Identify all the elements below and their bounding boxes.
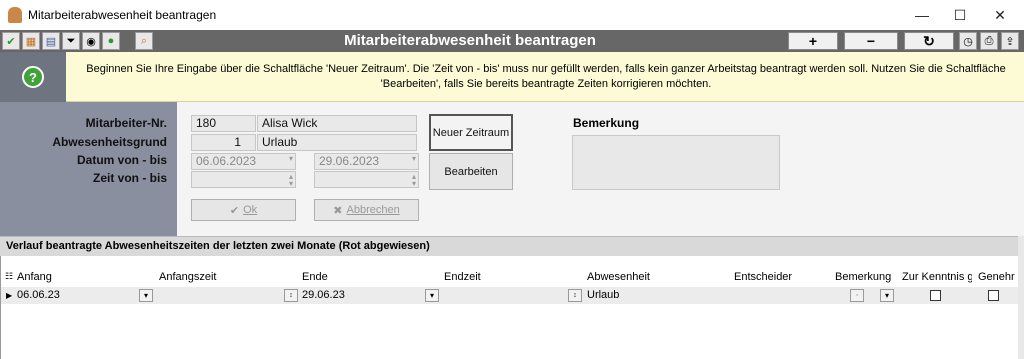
info-icon[interactable]: ● <box>102 32 120 50</box>
col-bemerkung[interactable]: Bemerkung <box>835 271 891 283</box>
filter-icon[interactable]: ⏷ <box>62 32 80 50</box>
bemerkung-label: Bemerkung <box>573 116 640 130</box>
col-genehmigt[interactable]: Genehr <box>978 271 1015 283</box>
col-zur-kenntnis[interactable]: Zur Kenntnis g <box>902 271 972 283</box>
chevron-down-icon: ▾ <box>288 154 293 163</box>
col-ende[interactable]: Ende <box>302 271 328 283</box>
mitarbeiter-nr-field[interactable]: 180 <box>191 115 256 132</box>
print-icon[interactable]: ⎙ <box>980 32 998 50</box>
chevron-down-icon[interactable]: ▾ <box>880 289 894 302</box>
grund-name-field: Urlaub <box>257 134 417 151</box>
abbrechen-label: Abbrechen <box>346 204 400 216</box>
col-anfangszeit[interactable]: Anfangszeit <box>159 271 216 283</box>
col-entscheider[interactable]: Entscheider <box>734 271 792 283</box>
spinner-icon: ▴ ▾ <box>411 172 416 188</box>
view-icon[interactable]: ◉ <box>82 32 100 50</box>
spinner-icon: ▴ ▾ <box>288 172 293 188</box>
datum-von-field[interactable]: 06.06.2023 ▾ <box>191 153 296 170</box>
info-banner: ? Beginnen Sie Ihre Eingabe über die Sch… <box>0 52 1024 102</box>
note-icon[interactable]: ▫ <box>850 289 864 302</box>
export-icon[interactable]: ⇪ <box>1001 32 1019 50</box>
mitarbeiter-name-field: Alisa Wick <box>257 115 417 132</box>
spinner-icon[interactable]: ↕ <box>284 289 298 302</box>
col-anfang[interactable]: Anfang <box>17 271 52 283</box>
neuer-zeitraum-button[interactable]: Neuer Zeitraum <box>429 114 513 151</box>
table-row[interactable] <box>1 287 1019 304</box>
datum-bis-value: 29.06.2023 <box>319 154 380 168</box>
chevron-down-icon: ▾ <box>411 154 416 163</box>
bemerkung-input[interactable] <box>572 135 780 190</box>
info-text: Beginnen Sie Ihre Eingabe über die Schal… <box>86 63 1006 90</box>
help-panel: ? <box>0 52 66 102</box>
row-selector-icon: ☷ <box>5 271 14 281</box>
app-icon <box>8 7 22 23</box>
row-pointer-icon: ▶ <box>6 291 13 300</box>
datum-von-value: 06.06.2023 <box>196 154 257 168</box>
clock-icon[interactable]: ◷ <box>959 32 977 50</box>
mitarbeiter-label: Mitarbeiter-Nr. <box>85 116 167 130</box>
history-table: ☷ Anfang Anfangszeit Ende Endzeit Abwese… <box>0 256 1019 359</box>
grund-nr-value: 1 <box>234 135 241 149</box>
calendar-icon[interactable]: ▦ <box>22 32 40 50</box>
zur-kenntnis-checkbox[interactable] <box>930 290 941 301</box>
zeit-von-field[interactable]: ▴ ▾ <box>191 171 296 188</box>
toolbar-title: Mitarbeiterabwesenheit beantragen <box>344 32 596 49</box>
help-icon[interactable]: ? <box>22 66 44 88</box>
ok-button[interactable]: ✔ Ok <box>191 199 296 221</box>
ok-label: Ok <box>243 204 258 216</box>
abbrechen-button[interactable]: ✖ Abbrechen <box>314 199 419 221</box>
remove-button[interactable]: − <box>844 32 898 50</box>
vertical-scrollbar[interactable] <box>1018 236 1024 359</box>
datum-bis-field[interactable]: 29.06.2023 ▾ <box>314 153 419 170</box>
grund-nr-field[interactable]: 1 <box>191 134 256 151</box>
window-titlebar: Mitarbeiterabwesenheit beantragen — ☐ ✕ <box>0 0 1024 30</box>
zeit-bis-field[interactable]: ▴ ▾ <box>314 171 419 188</box>
close-icon[interactable]: ✕ <box>977 0 1023 30</box>
col-endzeit[interactable]: Endzeit <box>444 271 481 283</box>
cell-ende[interactable]: 29.06.23 <box>302 287 345 304</box>
col-abwesenheit[interactable]: Abwesenheit <box>587 271 650 283</box>
history-heading: Verlauf beantragte Abwesenheitszeiten de… <box>0 236 1024 256</box>
checkmark-icon: ✔ <box>229 204 240 217</box>
grund-label: Abwesenheitsgrund <box>52 135 167 149</box>
add-button[interactable]: + <box>788 32 838 50</box>
chevron-down-icon[interactable]: ▾ <box>425 289 439 302</box>
cell-anfang[interactable]: 06.06.23 <box>17 287 60 304</box>
cancel-icon: ✖ <box>333 204 343 217</box>
zeit-label: Zeit von - bis <box>92 171 167 185</box>
refresh-button[interactable]: ↻ <box>904 32 954 50</box>
bearbeiten-button[interactable]: Bearbeiten <box>429 153 513 190</box>
document-icon[interactable]: ▤ <box>42 32 60 50</box>
form-labels: Mitarbeiter-Nr. Abwesenheitsgrund Datum … <box>0 102 177 236</box>
spinner-icon[interactable]: ↕ <box>568 289 582 302</box>
request-form: Mitarbeiter-Nr. Abwesenheitsgrund Datum … <box>0 102 1024 236</box>
confirm-icon[interactable]: ✔ <box>2 32 20 50</box>
search-icon[interactable]: ⌕ <box>135 32 153 50</box>
window-title: Mitarbeiterabwesenheit beantragen <box>28 8 217 22</box>
cell-abwesenheit[interactable]: Urlaub <box>587 287 619 304</box>
toolbar: ✔ ▦ ▤ ⏷ ◉ ● ⌕ Mitarbeiterabwesenheit bea… <box>0 30 1024 52</box>
chevron-down-icon[interactable]: ▾ <box>139 289 153 302</box>
datum-label: Datum von - bis <box>76 153 167 167</box>
genehmigt-checkbox[interactable] <box>988 290 999 301</box>
